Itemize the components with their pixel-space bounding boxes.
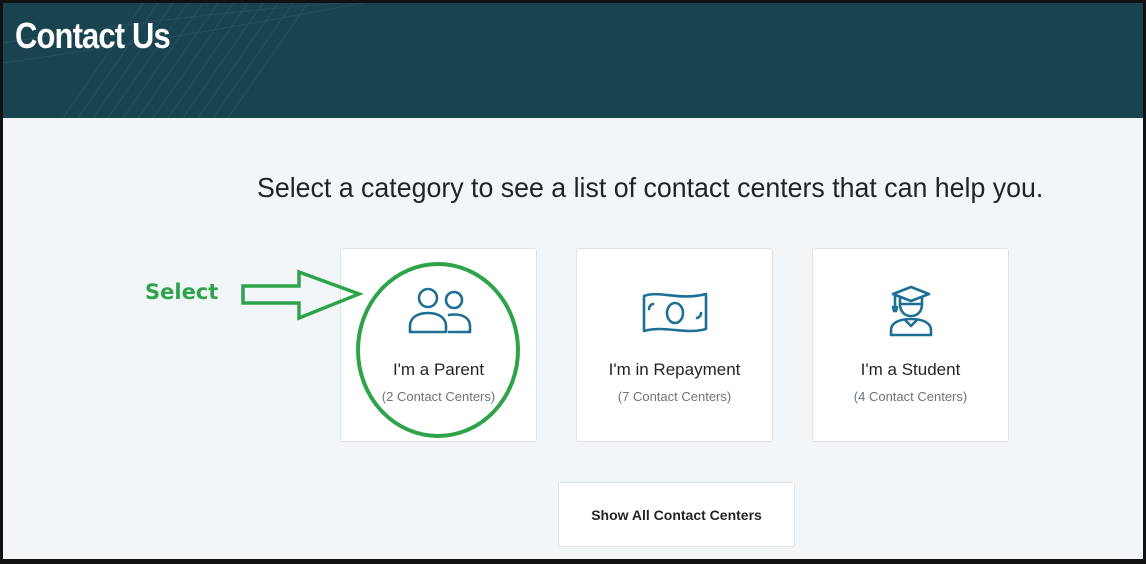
page-frame: Contact Us Select a category to see a li… <box>0 0 1146 564</box>
highlight-circle <box>356 262 520 438</box>
